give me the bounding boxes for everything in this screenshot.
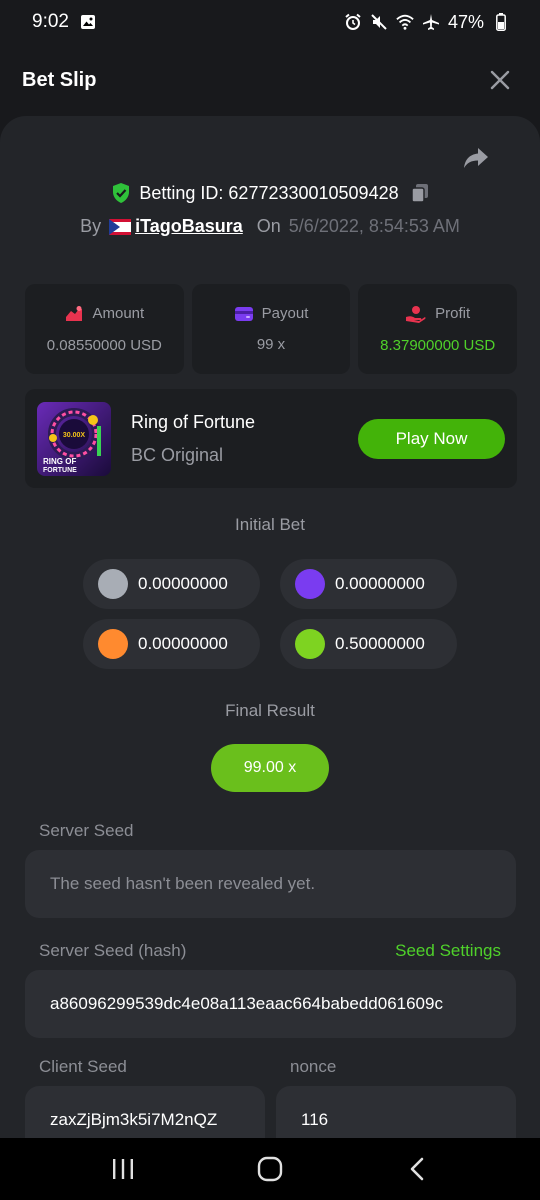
- client-seed-label: Client Seed: [39, 1057, 127, 1076]
- amount-icon: [66, 305, 83, 321]
- betting-id: Betting ID: 62772330010509428: [139, 182, 399, 203]
- coin-dot: [98, 629, 128, 659]
- status-right: 47%: [344, 12, 510, 33]
- coin-dot: [295, 569, 325, 599]
- stat-label-row: Profit: [405, 305, 470, 323]
- stat-value: 8.37900000 USD: [380, 336, 496, 354]
- final-result-title: Final Result: [225, 701, 315, 720]
- stat-value: 99 x: [256, 336, 286, 353]
- mute-icon: [370, 13, 388, 31]
- username: iTagoBasura: [135, 216, 243, 236]
- stat-label-row: Payout: [234, 305, 309, 322]
- recent-apps-icon: [113, 1159, 134, 1179]
- system-nav-bar: [0, 1138, 540, 1200]
- stat-card-amount: Amount 0.08550000 USD: [25, 284, 184, 374]
- share-button[interactable]: [462, 146, 492, 172]
- stats-row: Amount 0.08550000 USD Payout 99 x Profit…: [25, 284, 518, 374]
- bet-pill: 0.00000000: [280, 559, 457, 609]
- bet-value: 0.00000000: [335, 574, 425, 593]
- page-title: Bet Slip: [22, 68, 97, 91]
- server-seed-label: Server Seed: [39, 821, 134, 840]
- game-card: 30.00X RING OF FORTUNE Ring of Fortune B…: [25, 389, 517, 488]
- bet-value: 0.50000000: [335, 634, 425, 653]
- battery-percent: 47%: [447, 11, 484, 32]
- status-bar: 9:02 47%: [0, 0, 540, 44]
- back-icon: [410, 1157, 423, 1181]
- bet-value: 0.00000000: [138, 574, 228, 593]
- bet-slip-sheet: Betting ID: 62772330010509428 By iTagoBa…: [0, 116, 540, 1138]
- bet-value: 0.00000000: [138, 634, 228, 653]
- stat-label-row: Amount: [64, 305, 144, 323]
- server-seed-hash-field[interactable]: a86096299539dc4e08a113eaac664babedd06160…: [25, 970, 516, 1038]
- thumb-multiplier: 30.00X: [63, 432, 86, 439]
- flag-icon: [109, 218, 132, 235]
- on-label: On: [256, 216, 281, 236]
- game-thumbnail[interactable]: 30.00X RING OF FORTUNE: [37, 401, 111, 476]
- battery-icon: [492, 13, 510, 31]
- wifi-icon: [396, 13, 414, 31]
- game-info: Ring of Fortune BC Original: [131, 412, 358, 466]
- game-provider: BC Original: [131, 444, 224, 465]
- stat-card-payout: Payout 99 x: [191, 284, 351, 374]
- copy-icon: [410, 184, 428, 203]
- initial-bet-title: Initial Bet: [235, 515, 305, 534]
- thumb-title-1: RING OF: [43, 457, 76, 466]
- by-row: By iTagoBasura On 5/6/2022, 8:54:53 AM: [0, 216, 540, 237]
- share-icon: [464, 148, 488, 168]
- copy-button[interactable]: [410, 183, 429, 203]
- coin-dot: [295, 629, 325, 659]
- shield-check-icon: [113, 183, 130, 203]
- close-icon: [490, 70, 510, 90]
- coin-dot: [98, 569, 128, 599]
- stat-card-profit: Profit 8.37900000 USD: [358, 284, 518, 374]
- airplane-icon: [422, 13, 440, 31]
- wallet-icon: [234, 306, 253, 321]
- bet-pill: 0.00000000: [83, 619, 260, 669]
- back-button[interactable]: [397, 1149, 437, 1189]
- bet-pill: 0.50000000: [280, 619, 457, 669]
- profit-icon: [406, 305, 426, 323]
- thumb-title-2: FORTUNE: [43, 467, 77, 474]
- recent-apps-button[interactable]: [103, 1149, 143, 1189]
- game-name: Ring of Fortune: [131, 411, 256, 432]
- alarm-icon: [344, 13, 362, 31]
- bet-pill: 0.00000000: [83, 559, 260, 609]
- play-now-button[interactable]: Play Now: [358, 418, 505, 459]
- nonce-label: nonce: [290, 1057, 337, 1076]
- home-button[interactable]: [250, 1149, 290, 1189]
- seed-settings-link[interactable]: Seed Settings: [395, 941, 501, 961]
- image-icon: [79, 13, 97, 31]
- betting-id-row: Betting ID: 62772330010509428: [0, 182, 540, 204]
- final-result-badge: 99.00 x: [211, 744, 329, 792]
- server-seed-field[interactable]: The seed hasn't been revealed yet.: [25, 850, 516, 918]
- status-time: 9:02: [32, 11, 69, 32]
- initial-bet-grid: 0.00000000 0.00000000 0.00000000 0.50000…: [83, 559, 459, 669]
- nonce-field[interactable]: 116: [276, 1086, 516, 1138]
- header: Bet Slip: [0, 44, 540, 116]
- close-button[interactable]: [486, 66, 514, 94]
- status-left: 9:02: [32, 11, 97, 33]
- client-seed-field[interactable]: zaxZjBjm3k5i7M2nQZ: [25, 1086, 265, 1138]
- by-label: By: [80, 216, 102, 236]
- stat-value: 0.08550000 USD: [46, 336, 162, 354]
- stat-label: Payout: [261, 305, 309, 322]
- stat-label: Amount: [92, 305, 145, 322]
- bet-date: 5/6/2022, 8:54:53 AM: [288, 216, 460, 236]
- stat-label: Profit: [435, 305, 471, 322]
- username-link[interactable]: iTagoBasura: [109, 216, 243, 237]
- server-seed-hash-label: Server Seed (hash): [39, 941, 187, 960]
- home-icon: [257, 1156, 283, 1182]
